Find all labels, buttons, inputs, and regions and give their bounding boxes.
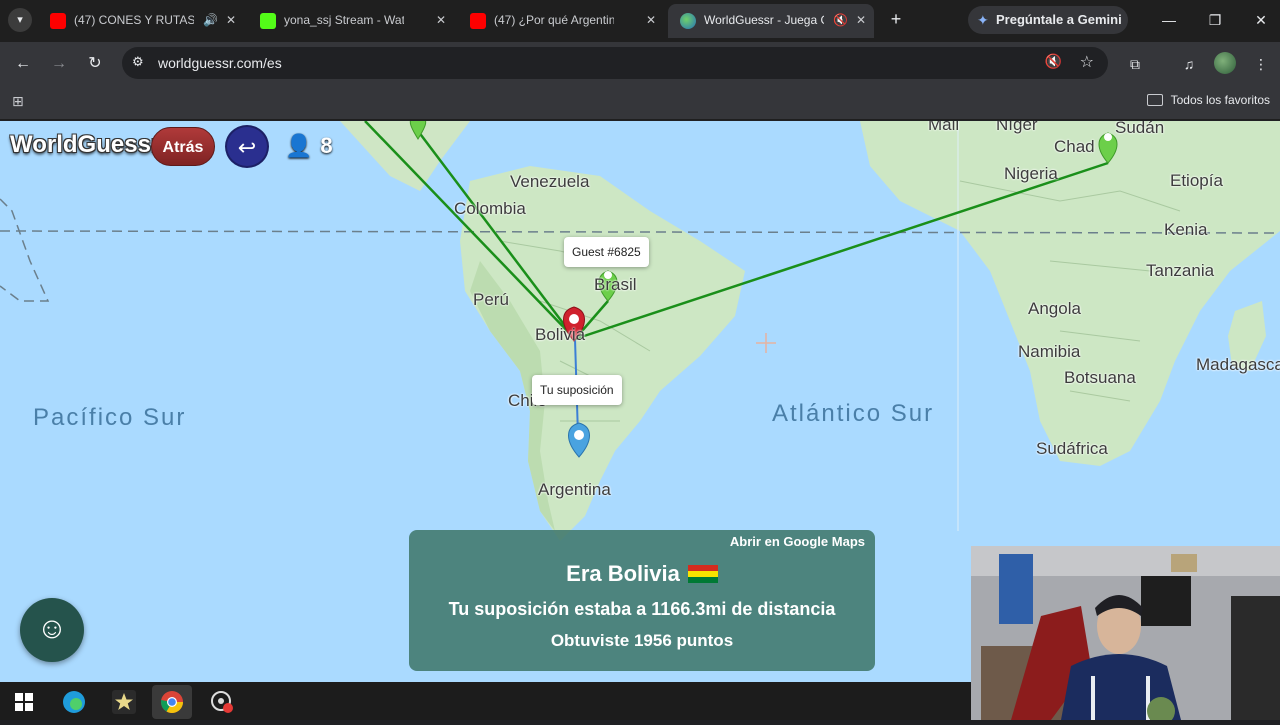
profile-avatar[interactable] bbox=[1214, 52, 1236, 74]
map-label-country: Nigeria bbox=[1004, 164, 1058, 183]
return-arrow-button[interactable]: ↩ bbox=[225, 125, 269, 168]
map-crosshair-icon bbox=[756, 333, 776, 353]
map-label-country: Madagascar bbox=[1196, 355, 1280, 374]
muted-icon: 🔇 bbox=[832, 13, 848, 27]
youtube-icon bbox=[50, 13, 66, 29]
map-label-country: Bolivia bbox=[535, 325, 586, 344]
player-count: 👤 8 bbox=[285, 133, 333, 158]
forward-arrow-icon[interactable]: → bbox=[46, 51, 72, 77]
emoji-chat-button[interactable]: ☺ bbox=[20, 598, 84, 662]
browser-menu-icon[interactable]: ⋮ bbox=[1250, 53, 1272, 75]
map-label-country: Argentina bbox=[538, 480, 611, 499]
return-arrow-icon: ↩ bbox=[237, 135, 257, 160]
map-label-country: Colombia bbox=[454, 199, 526, 218]
webcam-image bbox=[971, 546, 1280, 720]
map-label-country: Chad bbox=[1054, 137, 1095, 156]
close-tab-icon[interactable]: ✕ bbox=[856, 4, 866, 36]
tab-cones-y-rutas[interactable]: (47) CONES Y RUTAS - 🔊 ✕ bbox=[38, 4, 244, 38]
youtube-icon bbox=[470, 13, 486, 29]
star-app-icon[interactable] bbox=[104, 685, 144, 719]
back-button[interactable]: Atrás bbox=[151, 127, 215, 166]
extensions-icon[interactable]: ⧉ bbox=[1124, 53, 1146, 75]
map-label-country: Mali bbox=[928, 121, 960, 134]
result-country: Era Bolivia bbox=[409, 561, 875, 587]
result-points: Obtuviste 1956 puntos bbox=[550, 631, 734, 650]
map-label-country: Kenia bbox=[1164, 220, 1208, 239]
tab-search-dropdown-icon[interactable]: ▾ bbox=[8, 8, 32, 32]
close-tab-icon[interactable]: ✕ bbox=[436, 4, 446, 36]
obs-recording-icon[interactable] bbox=[202, 685, 242, 719]
back-arrow-icon[interactable]: ← bbox=[10, 51, 36, 77]
open-google-maps-link[interactable]: Abrir en Google Maps bbox=[730, 534, 865, 549]
minimize-window-button[interactable]: — bbox=[1146, 0, 1192, 40]
map-label-country: Botsuana bbox=[1064, 368, 1136, 387]
tab-yona-stream[interactable]: yona_ssj Stream - Watch L ✕ bbox=[248, 4, 454, 38]
map-label-country: Venezuela bbox=[510, 172, 590, 191]
map-label-ocean: Atlántico Sur bbox=[772, 400, 935, 427]
user-icon: 👤 bbox=[285, 133, 313, 158]
result-distance: Tu suposición estaba a 1166.3mi de dista… bbox=[448, 599, 836, 619]
bookmark-star-icon[interactable]: ☆ bbox=[1080, 52, 1094, 72]
reload-icon[interactable]: ↻ bbox=[82, 51, 108, 77]
opponent-guess-tooltip: Guest #6825 bbox=[564, 237, 649, 267]
close-tab-icon[interactable]: ✕ bbox=[646, 4, 656, 36]
map-label-country: Etiopía bbox=[1170, 171, 1223, 190]
apps-grid-icon[interactable]: ⊞ bbox=[12, 93, 24, 110]
map-label-country: Namibia bbox=[1018, 342, 1081, 361]
tab-worldguessr[interactable]: WorldGuessr - Juega G 🔇 ✕ bbox=[668, 4, 874, 38]
site-muted-icon[interactable]: 🔇 bbox=[1045, 53, 1062, 70]
close-window-button[interactable]: ✕ bbox=[1238, 0, 1280, 40]
map-label-country: Sudáfrica bbox=[1036, 439, 1108, 458]
address-bar[interactable]: ⚙ worldguessr.com/es 🔇 ☆ bbox=[122, 47, 1108, 79]
windows-taskbar bbox=[0, 682, 971, 720]
streamer-webcam bbox=[971, 546, 1280, 720]
ask-gemini-button[interactable]: ✦ Pregúntale a Gemini bbox=[968, 6, 1128, 34]
map-label-country: Angola bbox=[1028, 299, 1081, 318]
smiley-icon: ☺ bbox=[36, 612, 68, 645]
bolivia-flag-icon bbox=[687, 565, 718, 583]
map-label-country: Tanzania bbox=[1146, 261, 1215, 280]
kick-icon bbox=[260, 13, 276, 29]
worldguessr-globe-icon bbox=[680, 13, 696, 29]
gemini-spark-icon: ✦ bbox=[977, 12, 989, 28]
browser-tab-strip: ▾ (47) CONES Y RUTAS - 🔊 ✕ yona_ssj Strea… bbox=[0, 0, 1280, 42]
bookmarks-bar: ⊞ Todos los favoritos bbox=[0, 84, 1280, 120]
windows-start-icon[interactable] bbox=[4, 685, 44, 719]
worldguessr-logo[interactable]: WorldGuessr bbox=[10, 131, 160, 159]
site-settings-icon[interactable]: ⚙ bbox=[132, 54, 144, 70]
new-tab-button[interactable]: + bbox=[884, 8, 908, 32]
map-label-country: Sudán bbox=[1115, 121, 1165, 137]
map-label-country: Brasil bbox=[594, 275, 637, 294]
folder-icon bbox=[1146, 94, 1163, 106]
restore-window-button[interactable]: ❐ bbox=[1192, 0, 1238, 40]
map-label-country: Perú bbox=[473, 290, 509, 309]
browser-toolbar: ← → ↻ ⚙ worldguessr.com/es 🔇 ☆ ⧉ ♫ ⋮ bbox=[0, 42, 1280, 84]
speaker-icon: 🔊 bbox=[202, 13, 218, 27]
url-text[interactable]: worldguessr.com/es bbox=[158, 47, 282, 79]
close-tab-icon[interactable]: ✕ bbox=[226, 4, 236, 36]
tab-argentina-video[interactable]: (47) ¿Por qué Argentina e ✕ bbox=[458, 4, 664, 38]
round-result-panel: Abrir en Google Maps Era Bolivia Tu supo… bbox=[409, 530, 875, 671]
my-guess-tooltip: Tu suposición bbox=[532, 375, 622, 405]
all-bookmarks-button[interactable]: Todos los favoritos bbox=[1146, 93, 1270, 107]
map-label-ocean: Pacífico Sur bbox=[33, 404, 187, 431]
media-control-icon[interactable]: ♫ bbox=[1178, 53, 1200, 75]
map-label-country: Níger bbox=[996, 121, 1038, 134]
edge-browser-icon[interactable] bbox=[54, 685, 94, 719]
chrome-browser-icon[interactable] bbox=[152, 685, 192, 719]
